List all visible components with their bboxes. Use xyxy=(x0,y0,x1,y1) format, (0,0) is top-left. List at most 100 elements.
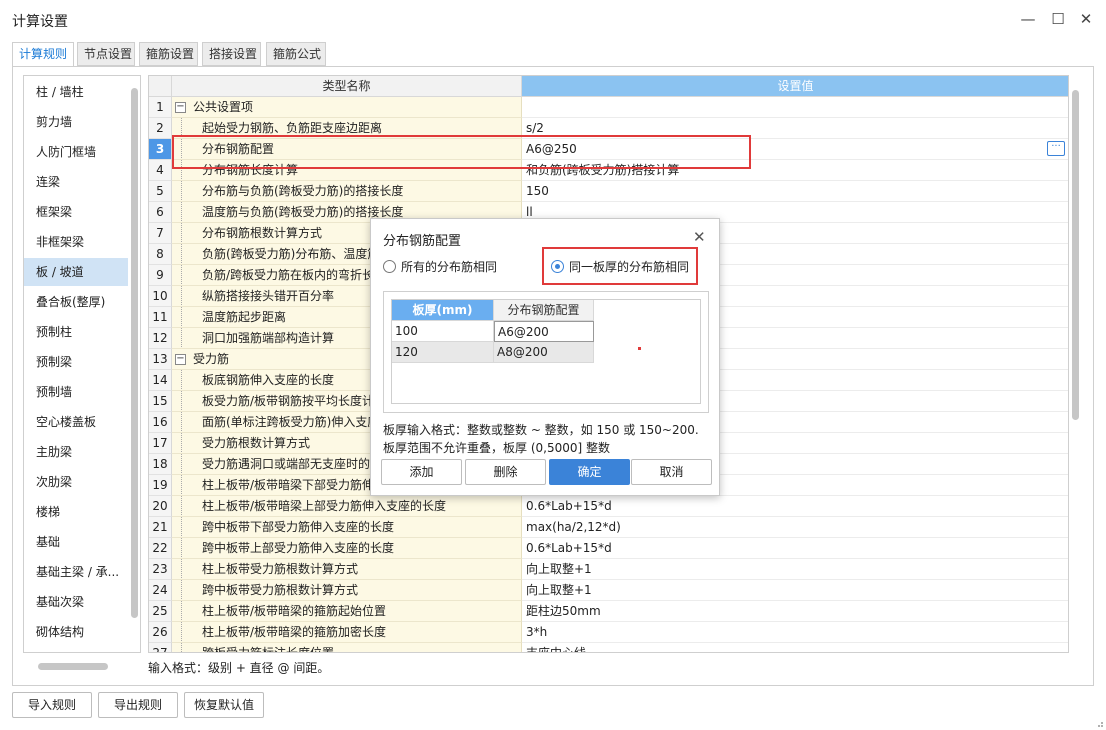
row-name-cell[interactable]: 柱上板带/板带暗梁的箍筋起始位置 xyxy=(172,601,522,622)
row-name-cell[interactable]: − 公共设置项 xyxy=(172,97,522,118)
sidebar-item-precast-column[interactable]: 预制柱 xyxy=(24,318,128,346)
tab-node-settings[interactable]: 节点设置 xyxy=(77,42,135,66)
delete-button[interactable]: 删除 xyxy=(465,459,546,485)
sidebar-item-coupling-beam[interactable]: 连梁 xyxy=(24,168,128,196)
sidebar-item-slab[interactable]: 板 / 坡道 xyxy=(24,258,128,286)
table-cell-config[interactable]: A8@200 xyxy=(494,342,594,363)
collapse-icon[interactable]: − xyxy=(175,102,186,113)
sidebar-vertical-scrollbar[interactable] xyxy=(131,88,138,618)
sidebar-item-civil-defense-frame[interactable]: 人防门框墙 xyxy=(24,138,128,166)
resize-grip-icon[interactable] xyxy=(1094,718,1104,728)
row-number[interactable]: 3 xyxy=(149,139,172,160)
row-value-cell[interactable] xyxy=(522,97,1068,118)
grid-header-value[interactable]: 设置值 xyxy=(522,76,1068,97)
maximize-icon[interactable]: ☐ xyxy=(1046,8,1070,30)
sidebar-item-precast-beam[interactable]: 预制梁 xyxy=(24,348,128,376)
table-cell-config[interactable]: A6@200 xyxy=(494,321,594,342)
table-row[interactable]: 21 跨中板带下部受力筋伸入支座的长度 max(ha/2,12*d) xyxy=(149,517,1068,538)
row-value-cell[interactable]: max(ha/2,12*d) xyxy=(522,517,1068,538)
row-number[interactable]: 18 xyxy=(149,454,172,475)
add-button[interactable]: 添加 xyxy=(381,459,462,485)
row-number[interactable]: 16 xyxy=(149,412,172,433)
row-number[interactable]: 12 xyxy=(149,328,172,349)
row-number[interactable]: 21 xyxy=(149,517,172,538)
row-number[interactable]: 6 xyxy=(149,202,172,223)
table-header-thickness[interactable]: 板厚(mm) xyxy=(392,300,494,321)
tab-stirrup-settings[interactable]: 箍筋设置 xyxy=(139,42,198,66)
restore-defaults-button[interactable]: 恢复默认值 xyxy=(184,692,264,718)
sidebar-item-masonry[interactable]: 砌体结构 xyxy=(24,618,128,646)
row-number[interactable]: 14 xyxy=(149,370,172,391)
row-number[interactable]: 15 xyxy=(149,391,172,412)
sidebar-item-foundation-secondary-beam[interactable]: 基础次梁 xyxy=(24,588,128,616)
ok-button[interactable]: 确定 xyxy=(549,459,630,485)
row-value-cell[interactable]: 向上取整+1 xyxy=(522,580,1068,601)
table-row[interactable]: 20 柱上板带/板带暗梁上部受力筋伸入支座的长度 0.6*Lab+15*d xyxy=(149,496,1068,517)
table-row[interactable]: 1− 公共设置项 xyxy=(149,97,1068,118)
sidebar-item-main-rib-beam[interactable]: 主肋梁 xyxy=(24,438,128,466)
sidebar-item-foundation[interactable]: 基础 xyxy=(24,528,128,556)
row-number[interactable]: 10 xyxy=(149,286,172,307)
row-number[interactable]: 7 xyxy=(149,223,172,244)
row-value-cell[interactable]: 支座中心线 xyxy=(522,643,1068,652)
sidebar-horizontal-scrollbar[interactable] xyxy=(38,663,108,670)
row-number[interactable]: 17 xyxy=(149,433,172,454)
sidebar-item-secondary-rib-beam[interactable]: 次肋梁 xyxy=(24,468,128,496)
row-number[interactable]: 5 xyxy=(149,181,172,202)
row-number[interactable]: 2 xyxy=(149,118,172,139)
table-row[interactable]: 24 跨中板带受力筋根数计算方式 向上取整+1 xyxy=(149,580,1068,601)
row-name-cell[interactable]: 柱上板带/板带暗梁上部受力筋伸入支座的长度 xyxy=(172,496,522,517)
row-number[interactable]: 1 xyxy=(149,97,172,118)
sidebar-item-hollow-slab[interactable]: 空心楼盖板 xyxy=(24,408,128,436)
table-row[interactable]: 22 跨中板带上部受力筋伸入支座的长度 0.6*Lab+15*d xyxy=(149,538,1068,559)
sidebar-item-foundation-main-beam[interactable]: 基础主梁 / 承... xyxy=(24,558,128,586)
row-value-cell[interactable]: 0.6*Lab+15*d xyxy=(522,538,1068,559)
tab-calc-rules[interactable]: 计算规则 xyxy=(12,42,74,67)
row-value-cell[interactable]: 0.6*Lab+15*d xyxy=(522,496,1068,517)
sidebar-item-non-frame-beam[interactable]: 非框架梁 xyxy=(24,228,128,256)
collapse-icon[interactable]: − xyxy=(175,354,186,365)
export-rules-button[interactable]: 导出规则 xyxy=(98,692,178,718)
sidebar-item-frame-beam[interactable]: 框架梁 xyxy=(24,198,128,226)
row-value-cell[interactable]: 向上取整+1 xyxy=(522,559,1068,580)
sidebar-item-column[interactable]: 柱 / 墙柱 xyxy=(24,78,128,106)
row-number[interactable]: 20 xyxy=(149,496,172,517)
row-number[interactable]: 9 xyxy=(149,265,172,286)
table-row[interactable]: 25 柱上板带/板带暗梁的箍筋起始位置 距柱边50mm xyxy=(149,601,1068,622)
sidebar-item-shear-wall[interactable]: 剪力墙 xyxy=(24,108,128,136)
row-number[interactable]: 24 xyxy=(149,580,172,601)
row-number[interactable]: 27 xyxy=(149,643,172,652)
sidebar-item-composite-slab[interactable]: 叠合板(整厚) xyxy=(24,288,128,316)
row-name-cell[interactable]: 分布筋与负筋(跨板受力筋)的搭接长度 xyxy=(172,181,522,202)
cancel-button[interactable]: 取消 xyxy=(631,459,712,485)
row-name-cell[interactable]: 跨中板带下部受力筋伸入支座的长度 xyxy=(172,517,522,538)
table-row[interactable]: 27 跨板受力筋标注长度位置 支座中心线 xyxy=(149,643,1068,652)
more-options-icon[interactable]: ··· xyxy=(1047,141,1065,156)
dialog-close-icon[interactable]: ✕ xyxy=(693,228,706,246)
row-number[interactable]: 25 xyxy=(149,601,172,622)
sidebar-item-stairs[interactable]: 楼梯 xyxy=(24,498,128,526)
row-number[interactable]: 8 xyxy=(149,244,172,265)
table-row[interactable]: 26 柱上板带/板带暗梁的箍筋加密长度 3*h xyxy=(149,622,1068,643)
table-header-config[interactable]: 分布钢筋配置 xyxy=(494,300,594,321)
row-name-cell[interactable]: 跨中板带上部受力筋伸入支座的长度 xyxy=(172,538,522,559)
row-value-cell[interactable]: 3*h xyxy=(522,622,1068,643)
table-cell-thickness[interactable]: 120 xyxy=(392,342,494,363)
table-row[interactable]: 5 分布筋与负筋(跨板受力筋)的搭接长度 150 xyxy=(149,181,1068,202)
minimize-icon[interactable]: — xyxy=(1016,8,1040,30)
grid-vertical-scrollbar[interactable] xyxy=(1072,90,1079,420)
row-name-cell[interactable]: 跨板受力筋标注长度位置 xyxy=(172,643,522,652)
row-number[interactable]: 22 xyxy=(149,538,172,559)
row-number[interactable]: 23 xyxy=(149,559,172,580)
row-number[interactable]: 4 xyxy=(149,160,172,181)
close-icon[interactable]: ✕ xyxy=(1074,8,1098,30)
row-number[interactable]: 26 xyxy=(149,622,172,643)
tab-stirrup-formula[interactable]: 箍筋公式 xyxy=(266,42,326,66)
radio-all-same[interactable]: 所有的分布筋相同 xyxy=(383,257,497,277)
row-number[interactable]: 13 xyxy=(149,349,172,370)
row-name-cell[interactable]: 柱上板带受力筋根数计算方式 xyxy=(172,559,522,580)
table-row[interactable]: 23 柱上板带受力筋根数计算方式 向上取整+1 xyxy=(149,559,1068,580)
sidebar-item-precast-wall[interactable]: 预制墙 xyxy=(24,378,128,406)
row-number[interactable]: 11 xyxy=(149,307,172,328)
row-number[interactable]: 19 xyxy=(149,475,172,496)
